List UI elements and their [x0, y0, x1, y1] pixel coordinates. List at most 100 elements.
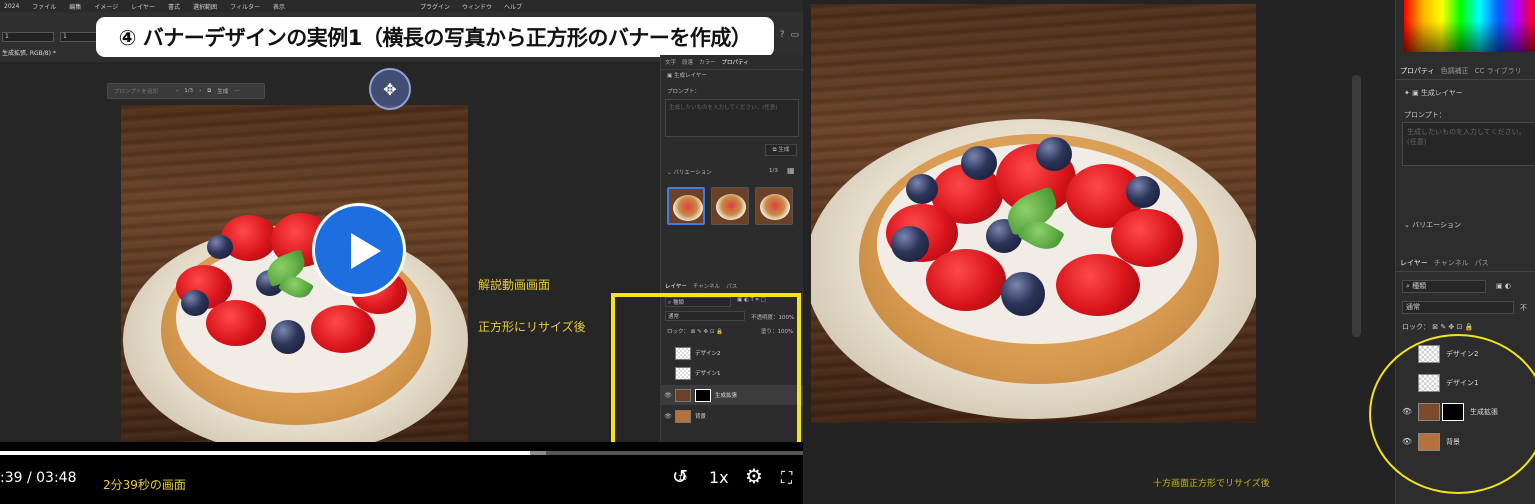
settings-gear-icon[interactable]: ⚙	[745, 464, 763, 488]
filter-icons: ▣ ◐	[1496, 282, 1511, 290]
tab-paragraph: 段落	[682, 60, 694, 66]
menu-item: 書式	[168, 3, 181, 11]
variations-label: ⌄ バリエーション	[1404, 221, 1461, 229]
optbar-icons: ? ▭	[780, 30, 799, 40]
tab-color: カラー	[699, 60, 716, 66]
timestamp-caption: 2分39秒の画面	[103, 478, 186, 492]
properties-tabs: プロパティ 色調補正 CC ライブラリ	[1396, 62, 1535, 80]
tab-channels: チャンネル	[692, 284, 721, 290]
blend-mode-select[interactable]: 通常	[1402, 301, 1514, 314]
strawberry	[1056, 254, 1140, 316]
grid-view-icon: ▦	[787, 166, 795, 175]
tab-text: 文字	[665, 60, 677, 66]
variation-thumb	[667, 187, 705, 225]
menu-item: フィルター	[230, 3, 260, 11]
prompt-label: プロンプト：	[667, 89, 700, 95]
blueberry	[906, 174, 938, 204]
progress-fill	[0, 451, 530, 455]
prompt-placeholder: プロンプトを追加	[114, 89, 158, 95]
variation-thumb	[755, 187, 793, 225]
tab-adjustments[interactable]: 色調補正	[1441, 66, 1469, 76]
progress-bar[interactable]	[0, 451, 803, 455]
option-field: 1	[2, 32, 54, 42]
video-pane[interactable]: 2024 ファイル 編集 イメージ レイヤー 書式 選択範囲 フィルター 表示 …	[0, 0, 803, 504]
replay-10-button[interactable]: ↺ 10	[672, 466, 688, 488]
tab-properties[interactable]: プロパティ	[1400, 66, 1435, 76]
document-tab: 生成拡張, RGB/8) *	[2, 50, 56, 57]
blueberry	[181, 290, 209, 316]
tab-channels[interactable]: チャンネル	[1434, 258, 1469, 268]
tab-layers[interactable]: レイヤー	[1400, 258, 1428, 268]
variation-thumb	[711, 187, 749, 225]
tab-layers: レイヤー	[665, 284, 687, 290]
highlight-ellipse	[1369, 334, 1535, 494]
generative-layer-icon: ✦ ▣	[1404, 89, 1421, 97]
prompt-input[interactable]: 生成したいものを入力してください。(任意)	[1402, 122, 1535, 166]
generate-label: 生成	[217, 89, 229, 95]
tab-paths: パス	[726, 284, 738, 290]
blueberry	[1126, 176, 1160, 208]
help-icon: ?	[779, 30, 785, 40]
variations-count: 1/3	[769, 168, 778, 174]
layers-tabs: レイヤー チャンネル パス	[1396, 254, 1535, 272]
layers-tabs: レイヤー チャンネル パス	[661, 279, 803, 294]
opacity-label: 不	[1520, 304, 1527, 312]
tab-properties: プロパティ	[721, 60, 749, 66]
fullscreen-icon[interactable]: ⛶	[781, 468, 792, 488]
menu-item: 編集	[69, 3, 82, 11]
blueberry	[1001, 272, 1045, 316]
menu-item: 表示	[272, 3, 285, 11]
caption-resized: 十方画面正方形でリサイズ後	[1153, 479, 1270, 489]
menu-item: 選択範囲	[193, 3, 218, 11]
note-resized-square: 正方形にリサイズ後	[478, 320, 586, 334]
blueberry	[1036, 137, 1072, 171]
note-video-screen: 解説動画画面	[478, 278, 551, 292]
variations-label: ⌄ バリエーション	[667, 170, 712, 176]
workspace-icon: ▭	[790, 30, 799, 40]
color-spectrum[interactable]	[1404, 0, 1535, 52]
tab-cc-libraries[interactable]: CC ライブラリ	[1475, 66, 1522, 76]
video-controls: :39 / 03:48 2分39秒の画面 ↺ 10 1x ⚙ ⛶	[0, 442, 803, 504]
menu-item: ファイル	[32, 3, 57, 11]
variation-counter: 1/3	[184, 88, 194, 94]
menu-item: ヘルプ	[504, 3, 523, 11]
banner-title: ④ バナーデザインの実例1（横長の写真から正方形のバナーを作成）	[96, 17, 774, 57]
highlight-box	[611, 293, 801, 453]
properties-tabs: 文字 段落 カラー プロパティ	[661, 55, 803, 70]
strawberry	[1111, 209, 1183, 267]
next-icon: ›	[199, 88, 202, 94]
prompt-label: プロンプト：	[1404, 111, 1446, 119]
menu-item: イメージ	[94, 3, 119, 11]
layer-filter[interactable]: ⌕ 種類	[1402, 280, 1486, 293]
ps-menubar: 2024 ファイル 編集 イメージ レイヤー 書式 選択範囲 フィルター 表示 …	[0, 0, 803, 12]
canvas-scrollbar[interactable]	[1352, 75, 1361, 337]
move-cursor-icon: ✥	[369, 68, 411, 110]
generate-icon: ⧉	[207, 87, 212, 94]
menu-item: ウィンドウ	[462, 3, 493, 11]
blueberry	[961, 146, 997, 180]
photoshop-result-pane: 十方画面正方形でリサイズ後 プロパティ 色調補正 CC ライブラリ ✦ ▣ 生成…	[803, 0, 1535, 504]
progress-buffer	[529, 451, 547, 455]
screenshot-root: 2024 ファイル 編集 イメージ レイヤー 書式 選択範囲 フィルター 表示 …	[0, 0, 1535, 504]
generative-layer-icon: ▣	[667, 73, 674, 79]
prompt-input: 生成したいものを入力してください。(任意)	[665, 99, 799, 137]
layer-type: ✦ ▣ 生成レイヤー	[1404, 89, 1463, 97]
strawberry	[311, 305, 375, 353]
play-button[interactable]	[312, 203, 406, 297]
layer-type: ▣ 生成レイヤー	[667, 73, 707, 79]
generate-button: ⧉ 生成	[765, 144, 797, 156]
lock-row: ロック： ⊠ ✎ ✥ ⊡ 🔒	[1402, 323, 1474, 331]
menu-item: 2024	[4, 2, 20, 10]
more-icon: ···	[234, 88, 240, 94]
menu-item: プラグイン	[420, 3, 451, 11]
tab-paths[interactable]: パス	[1475, 258, 1489, 268]
blueberry	[271, 320, 305, 354]
contextual-task-bar: プロンプトを追加 ‹ 1/3 › ⧉ 生成 ···	[107, 83, 265, 99]
speed-button[interactable]: 1x	[709, 468, 729, 487]
blueberry	[207, 235, 233, 259]
strawberry	[926, 249, 1006, 311]
blueberry	[891, 226, 929, 262]
result-photo	[811, 4, 1256, 423]
strawberry	[206, 300, 266, 346]
canvas-photo	[121, 105, 468, 442]
